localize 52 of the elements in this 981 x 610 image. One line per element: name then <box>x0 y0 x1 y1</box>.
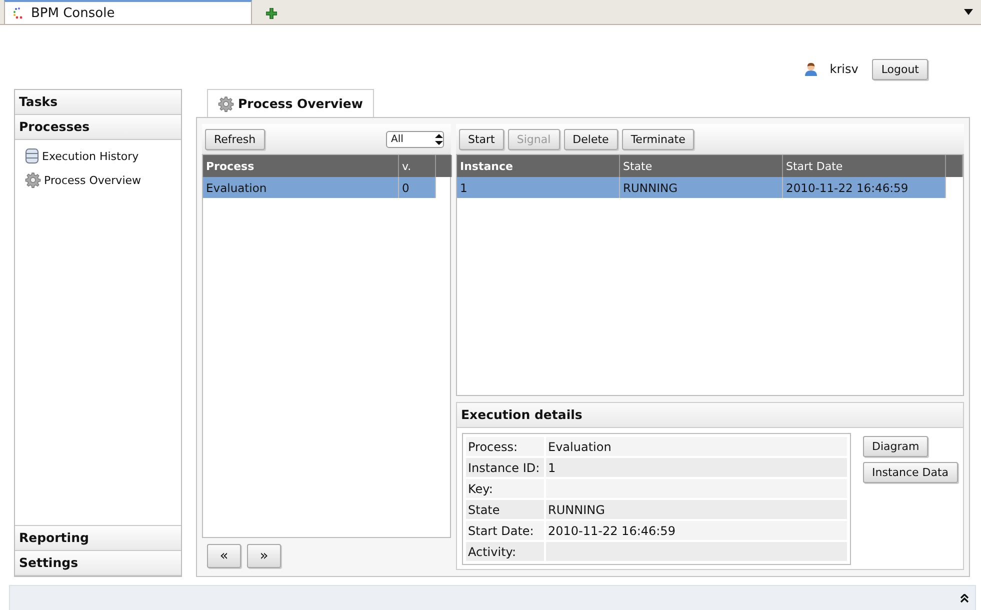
sidebar-header[interactable]: Settings <box>15 551 181 576</box>
table-cell: 2010-11-22 16:46:59 <box>782 177 946 198</box>
column-header[interactable]: Instance <box>457 155 620 177</box>
field-label: Key: <box>466 479 544 498</box>
sidebar-header[interactable]: Processes <box>15 115 181 140</box>
table-cell: 1 <box>457 177 620 198</box>
action-button[interactable]: Instance Data <box>863 462 958 483</box>
table-cell: RUNNING <box>620 177 782 198</box>
action-button[interactable]: Diagram <box>863 436 928 457</box>
field-value: 1 <box>546 458 847 477</box>
pager-button[interactable]: » <box>247 544 281 568</box>
database-icon <box>25 148 39 164</box>
field-value: 2010-11-22 16:46:59 <box>546 521 847 540</box>
field-label: State <box>466 500 544 519</box>
plus-icon[interactable] <box>266 8 277 19</box>
dropdown-icon[interactable] <box>964 9 973 15</box>
user-name: krisv <box>830 62 858 76</box>
field-label: Instance ID: <box>466 458 544 477</box>
toolbar-button[interactable]: Terminate <box>622 128 694 150</box>
filter-dropdown[interactable]: All <box>386 130 444 148</box>
sidebar-header[interactable]: Reporting <box>15 526 181 551</box>
logout-button[interactable]: Logout <box>872 58 928 80</box>
sidebar-item[interactable]: Execution History <box>25 144 181 168</box>
column-header[interactable]: State <box>620 155 782 177</box>
spinner-icon <box>435 134 443 144</box>
gear-icon <box>25 172 41 188</box>
column-header[interactable]: v. <box>398 155 436 177</box>
gear-icon <box>218 96 234 112</box>
column-header[interactable]: Process <box>203 155 398 177</box>
table-row[interactable]: Evaluation 0 <box>203 177 452 198</box>
table-cell: Evaluation <box>203 177 398 198</box>
logo-icon <box>13 7 25 19</box>
refresh-button[interactable]: Refresh <box>205 128 265 150</box>
field-label: Activity: <box>466 542 544 561</box>
table-cell: 0 <box>398 177 436 198</box>
field-value: Evaluation <box>546 437 847 456</box>
tab-title: BPM Console <box>31 6 115 20</box>
panel-title: Execution details <box>457 403 963 428</box>
field-label: Start Date: <box>466 521 544 540</box>
column-header[interactable]: Start Date <box>782 155 946 177</box>
browser-tab[interactable]: BPM Console <box>4 0 252 24</box>
user-icon <box>804 62 818 76</box>
table-row[interactable]: 1 RUNNING 2010-11-22 16:46:59 <box>457 177 962 198</box>
toolbar-button[interactable]: Delete <box>564 128 618 150</box>
toolbar-button[interactable]: Start <box>459 128 504 150</box>
pager-button[interactable]: « <box>207 544 241 568</box>
field-value: RUNNING <box>546 500 847 519</box>
field-label: Process: <box>466 437 544 456</box>
tab[interactable]: Process Overview <box>207 89 374 117</box>
collapse-icon[interactable] <box>960 594 969 603</box>
sidebar-header[interactable]: Tasks <box>15 90 181 115</box>
sidebar-item[interactable]: Process Overview <box>25 168 181 192</box>
